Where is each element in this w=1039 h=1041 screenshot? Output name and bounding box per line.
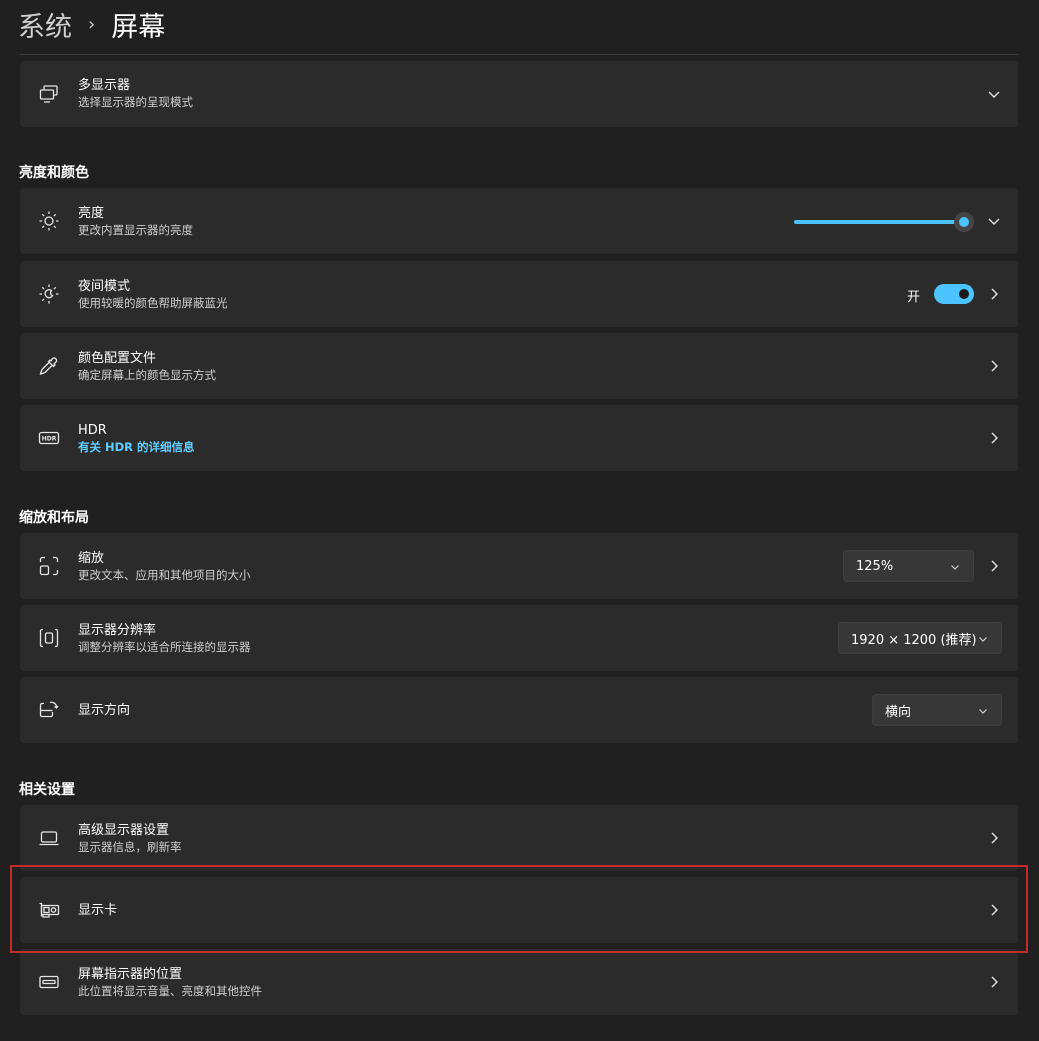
indicator-position-title: 屏幕指示器的位置 [78,967,183,982]
breadcrumb-separator: › [88,13,96,35]
night-light-subtitle: 使用较暖的颜色帮助屏蔽蓝光 [78,296,228,310]
night-light-title: 夜间模式 [78,279,131,294]
resolution-dropdown[interactable]: 1920 × 1200 (推荐) [838,622,1002,654]
chevron-down-icon[interactable] [986,86,1002,102]
multi-display-title: 多显示器 [78,78,131,93]
multi-monitor-icon [38,83,60,105]
chevron-right-icon[interactable] [986,558,1002,574]
hdr-icon: HDR [38,427,60,449]
resolution-dropdown-value: 1920 × 1200 (推荐) [851,632,977,648]
chevron-right-icon[interactable] [986,974,1002,990]
breadcrumb-parent[interactable]: 系统 [18,5,72,44]
chevron-down-icon [977,633,989,645]
advanced-display-subtitle: 显示器信息，刷新率 [78,840,182,854]
chevron-right-icon[interactable] [986,430,1002,446]
graphics-title: 显示卡 [78,903,118,918]
scale-subtitle: 更改文本、应用和其他项目的大小 [78,568,251,582]
graphics-card[interactable]: 显示卡 [20,877,1018,943]
color-profile-title: 颜色配置文件 [78,351,157,366]
scale-title: 缩放 [78,551,105,566]
chevron-right-icon[interactable] [986,830,1002,846]
brightness-card: 亮度 更改内置显示器的亮度 [20,188,1018,254]
scale-card[interactable]: 缩放 更改文本、应用和其他项目的大小 125% [20,533,1018,599]
resolution-title: 显示器分辨率 [78,623,157,638]
resolution-icon [38,627,60,649]
laptop-icon [38,827,60,849]
night-light-toggle[interactable] [934,284,974,304]
header-divider [20,54,1018,55]
sun-icon [38,210,60,232]
orientation-title: 显示方向 [78,703,131,718]
multi-display-subtitle: 选择显示器的呈现模式 [78,95,193,109]
night-light-icon [38,283,60,305]
night-light-card[interactable]: 夜间模式 使用较暖的颜色帮助屏蔽蓝光 开 [20,261,1018,327]
hdr-card[interactable]: HDR HDR 有关 HDR 的详细信息 [20,405,1018,471]
hdr-title: HDR [78,423,107,438]
orientation-card: 显示方向 横向 [20,677,1018,743]
scale-dropdown[interactable]: 125% [843,550,974,582]
color-profile-card[interactable]: 颜色配置文件 确定屏幕上的颜色显示方式 [20,333,1018,399]
chevron-down-icon [977,705,989,717]
breadcrumb: 系统 › 屏幕 [18,4,165,44]
svg-text:HDR: HDR [42,436,57,443]
chevron-right-icon[interactable] [986,902,1002,918]
advanced-display-card[interactable]: 高级显示器设置 显示器信息，刷新率 [20,805,1018,871]
chevron-down-icon [949,561,961,573]
resolution-subtitle: 调整分辨率以适合所连接的显示器 [78,640,251,654]
scale-dropdown-value: 125% [856,558,894,574]
brightness-slider-track[interactable] [794,220,964,224]
chevron-right-icon[interactable] [986,286,1002,302]
chevron-down-icon[interactable] [986,213,1002,229]
section-title-brightness-color: 亮度和颜色 [19,165,89,181]
graphics-card-icon [38,899,60,921]
brightness-subtitle: 更改内置显示器的亮度 [78,223,193,237]
section-title-scale-layout: 缩放和布局 [19,510,89,526]
hdr-learn-more-link[interactable]: 有关 HDR 的详细信息 [78,439,195,456]
eyedropper-icon [38,355,60,377]
indicator-position-subtitle: 此位置将显示音量、亮度和其他控件 [78,984,262,998]
section-title-related-settings: 相关设置 [19,782,75,798]
brightness-slider[interactable] [794,211,974,233]
indicator-position-icon [38,971,60,993]
brightness-slider-thumb[interactable] [954,212,974,232]
brightness-title: 亮度 [78,206,105,221]
advanced-display-title: 高级显示器设置 [78,823,170,838]
page-title: 屏幕 [111,11,166,43]
night-light-toggle-label: 开 [907,290,921,305]
chevron-right-icon[interactable] [986,358,1002,374]
orientation-dropdown[interactable]: 横向 [872,694,1002,726]
color-profile-subtitle: 确定屏幕上的颜色显示方式 [78,368,216,382]
scale-icon [38,555,60,577]
rotate-display-icon [38,699,60,721]
multi-display-card[interactable]: 多显示器 选择显示器的呈现模式 [20,61,1018,127]
indicator-position-card[interactable]: 屏幕指示器的位置 此位置将显示音量、亮度和其他控件 [20,949,1018,1015]
orientation-dropdown-value: 横向 [885,704,912,720]
resolution-card: 显示器分辨率 调整分辨率以适合所连接的显示器 1920 × 1200 (推荐) [20,605,1018,671]
